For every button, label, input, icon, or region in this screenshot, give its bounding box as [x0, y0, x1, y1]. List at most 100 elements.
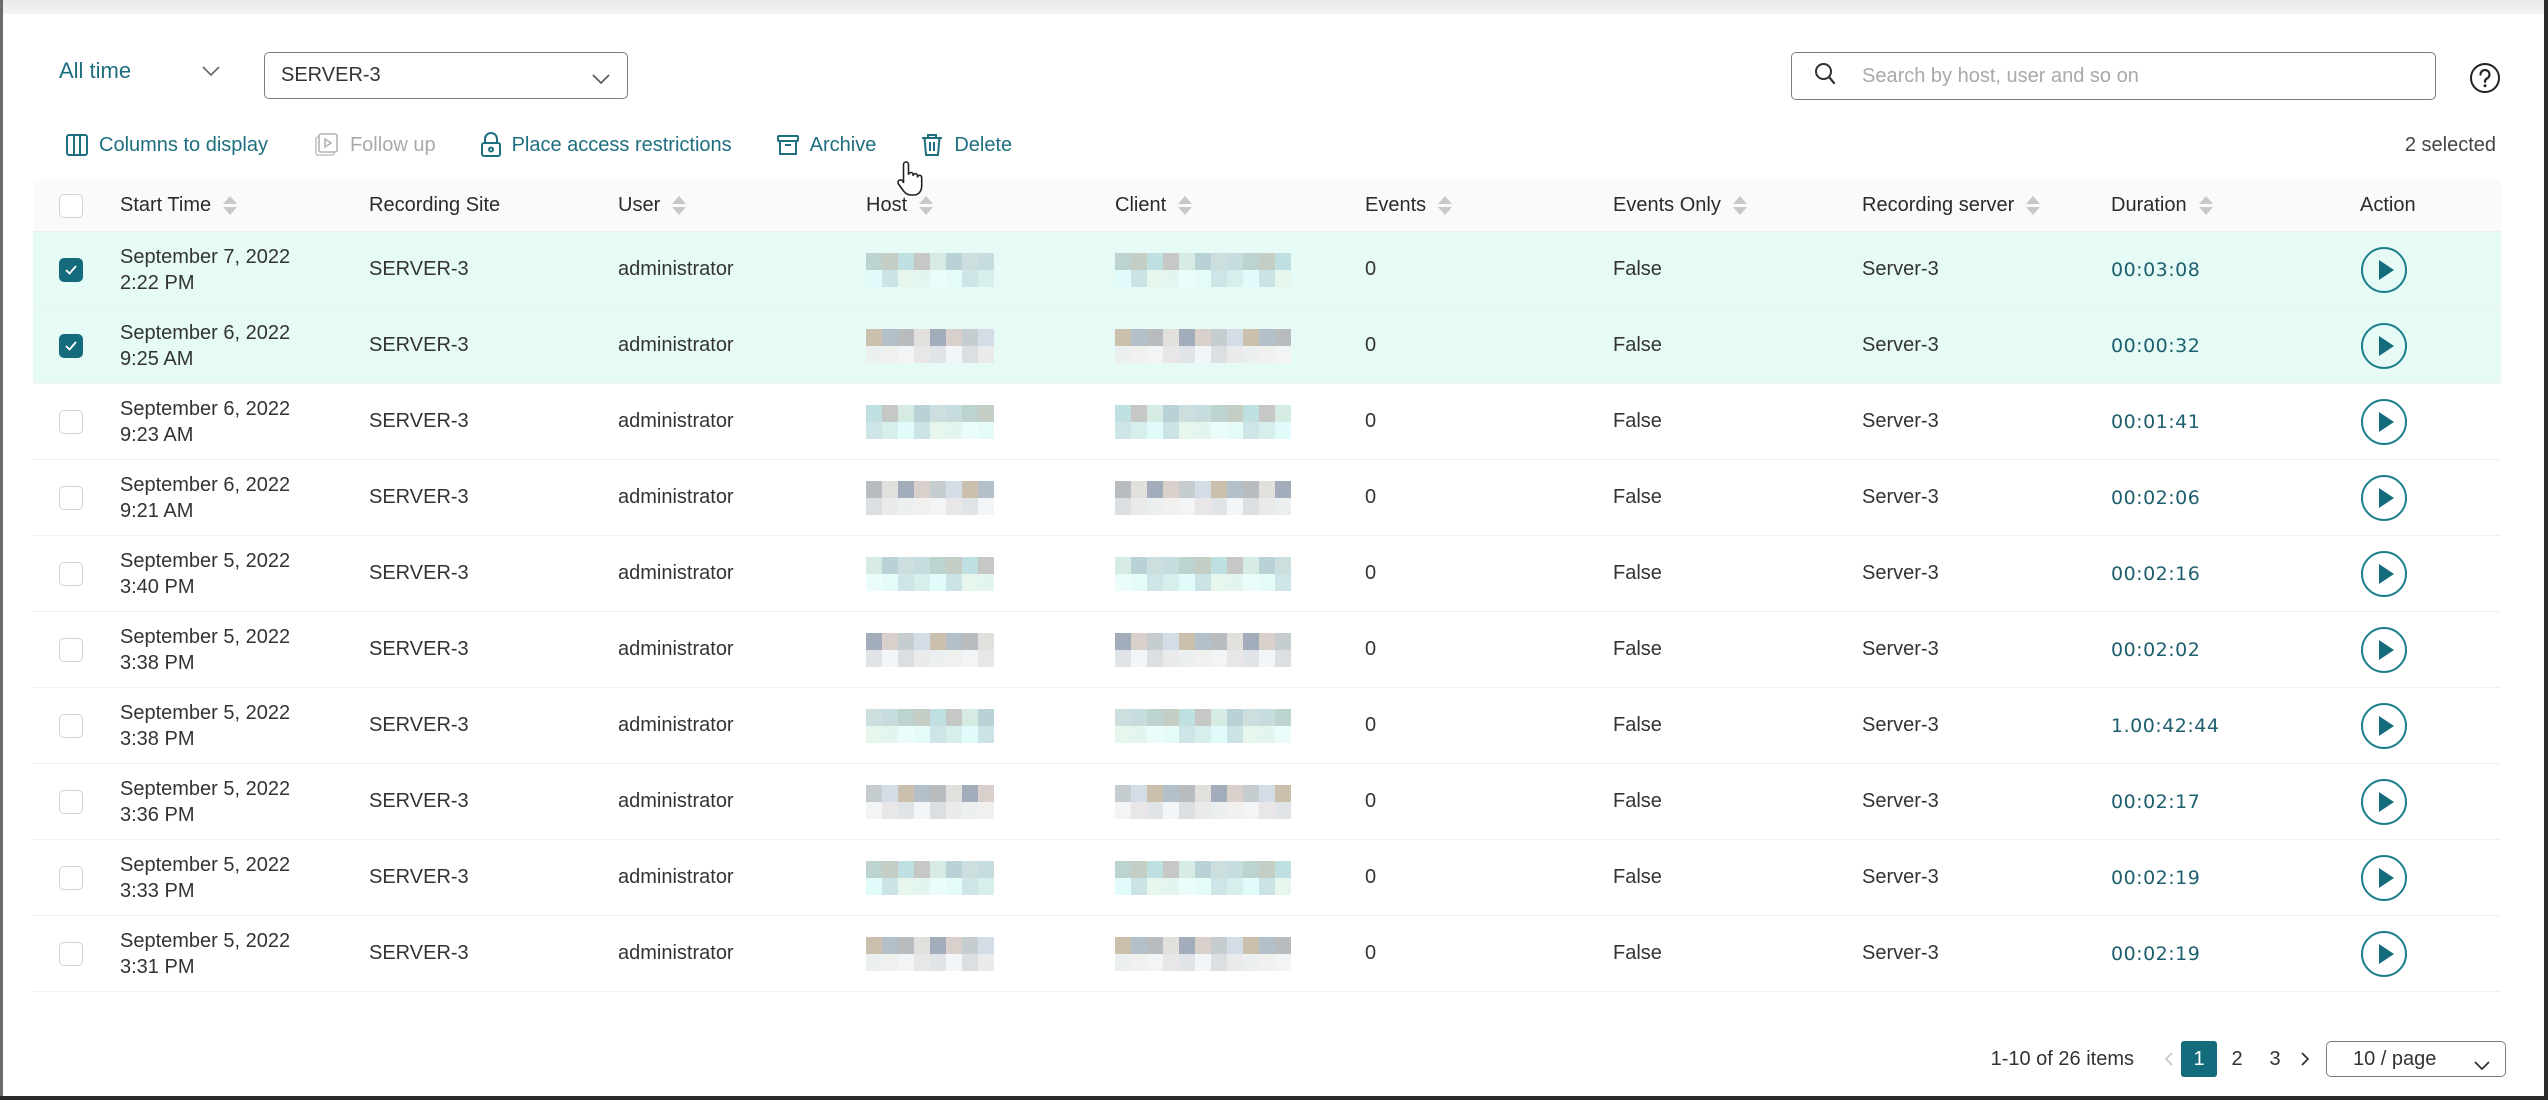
duration: 00:00:32	[2111, 334, 2201, 357]
start-date: September 7, 2022	[120, 245, 291, 268]
recording-site: SERVER-3	[369, 334, 469, 356]
sort-icon[interactable]	[672, 196, 687, 215]
events-only: False	[1613, 486, 1662, 508]
row-checkbox[interactable]	[59, 409, 83, 434]
table-row[interactable]: September 5, 2022 3:38 PM SERVER-3 administ…	[33, 612, 2501, 688]
row-checkbox[interactable]	[59, 941, 83, 966]
recording-site: SERVER-3	[369, 866, 469, 888]
page-size-select[interactable]: 10 / page	[2326, 1041, 2506, 1077]
header-user[interactable]: User	[618, 194, 866, 217]
page-1-button[interactable]: 1	[2181, 1041, 2217, 1077]
start-time: 9:21 AM	[120, 499, 194, 522]
select-all-checkbox[interactable]	[59, 193, 83, 218]
table-row[interactable]: September 6, 2022 9:25 AM SERVER-3 administ…	[33, 308, 2501, 384]
follow-up-button[interactable]: Follow up	[314, 132, 436, 158]
sort-icon[interactable]	[223, 196, 238, 215]
table-body: September 7, 2022 2:22 PM SERVER-3 administ…	[33, 232, 2501, 992]
columns-to-display-button[interactable]: Columns to display	[65, 133, 268, 157]
page-3-button[interactable]: 3	[2257, 1041, 2293, 1077]
header-client[interactable]: Client	[1115, 194, 1365, 217]
delete-button[interactable]: Delete	[920, 132, 1012, 158]
start-time: 3:40 PM	[120, 575, 195, 598]
sort-icon[interactable]	[1732, 196, 1747, 215]
header-recording-server[interactable]: Recording server	[1862, 194, 2111, 217]
start-time: 3:33 PM	[120, 879, 195, 902]
events-only: False	[1613, 942, 1662, 964]
header-start-time[interactable]: Start Time	[120, 194, 369, 217]
header-action: Action	[2360, 194, 2416, 216]
play-button[interactable]	[2360, 626, 2408, 674]
table-row[interactable]: September 5, 2022 3:31 PM SERVER-3 administ…	[33, 916, 2501, 992]
chevron-down-icon	[2473, 1054, 2491, 1077]
site-select[interactable]: SERVER-3	[264, 52, 628, 99]
page-2-button[interactable]: 2	[2219, 1041, 2255, 1077]
header-events-only[interactable]: Events Only	[1613, 194, 1862, 217]
client-redacted	[1115, 860, 1291, 895]
row-checkbox[interactable]	[59, 637, 83, 662]
table-row[interactable]: September 5, 2022 3:33 PM SERVER-3 administ…	[33, 840, 2501, 916]
start-time: 3:38 PM	[120, 727, 195, 750]
events-only: False	[1613, 714, 1662, 736]
events-only: False	[1613, 258, 1662, 280]
recording-server: Server-3	[1862, 714, 1939, 736]
play-button[interactable]	[2360, 854, 2408, 902]
start-date: September 5, 2022	[120, 549, 291, 572]
time-range-dropdown[interactable]: All time	[59, 58, 221, 84]
row-checkbox[interactable]	[59, 333, 83, 358]
place-access-restrictions-button[interactable]: Place access restrictions	[480, 132, 732, 158]
archive-button[interactable]: Archive	[776, 133, 876, 157]
sort-icon[interactable]	[2026, 196, 2041, 215]
play-button[interactable]	[2360, 550, 2408, 598]
play-button[interactable]	[2360, 474, 2408, 522]
search-input[interactable]	[1862, 64, 2422, 88]
recording-server: Server-3	[1862, 866, 1939, 888]
events-only: False	[1613, 790, 1662, 812]
play-button[interactable]	[2360, 322, 2408, 370]
prev-page-button[interactable]	[2158, 1051, 2180, 1067]
recording-server: Server-3	[1862, 790, 1939, 812]
row-checkbox[interactable]	[59, 713, 83, 738]
header-duration[interactable]: Duration	[2111, 194, 2360, 217]
start-date: September 5, 2022	[120, 777, 291, 800]
host-redacted	[866, 404, 994, 439]
duration: 00:02:17	[2111, 790, 2201, 813]
search-icon	[1814, 62, 1836, 91]
help-icon[interactable]	[2469, 62, 2501, 99]
table-row[interactable]: September 7, 2022 2:22 PM SERVER-3 administ…	[33, 232, 2501, 308]
header-host[interactable]: Host	[866, 194, 1115, 217]
start-date: September 6, 2022	[120, 473, 291, 496]
time-range-label: All time	[59, 58, 132, 83]
recording-server: Server-3	[1862, 334, 1939, 356]
table-row[interactable]: September 5, 2022 3:40 PM SERVER-3 administ…	[33, 536, 2501, 612]
sort-icon[interactable]	[2198, 196, 2213, 215]
header-events[interactable]: Events	[1365, 194, 1613, 217]
sort-icon[interactable]	[1178, 196, 1193, 215]
host-redacted	[866, 860, 994, 895]
row-checkbox[interactable]	[59, 257, 83, 282]
row-checkbox[interactable]	[59, 485, 83, 510]
start-date: September 6, 2022	[120, 397, 291, 420]
events: 0	[1365, 562, 1377, 584]
play-button[interactable]	[2360, 778, 2408, 826]
chevron-down-icon	[591, 68, 611, 91]
start-time: 3:36 PM	[120, 803, 195, 826]
row-checkbox[interactable]	[59, 561, 83, 586]
events: 0	[1365, 714, 1377, 736]
table-row[interactable]: September 6, 2022 9:23 AM SERVER-3 administ…	[33, 384, 2501, 460]
play-button[interactable]	[2360, 398, 2408, 446]
site-select-value: SERVER-3	[281, 64, 381, 86]
sort-icon[interactable]	[1438, 196, 1453, 215]
table-row[interactable]: September 6, 2022 9:21 AM SERVER-3 administ…	[33, 460, 2501, 536]
play-button[interactable]	[2360, 930, 2408, 978]
row-checkbox[interactable]	[59, 865, 83, 890]
play-button[interactable]	[2360, 702, 2408, 750]
sort-icon[interactable]	[919, 196, 934, 215]
table-row[interactable]: September 5, 2022 3:38 PM SERVER-3 administ…	[33, 688, 2501, 764]
play-button[interactable]	[2360, 246, 2408, 294]
table-row[interactable]: September 5, 2022 3:36 PM SERVER-3 administ…	[33, 764, 2501, 840]
lock-icon	[480, 132, 501, 157]
table-header: Start Time Recording Site User Host Clie…	[33, 180, 2501, 232]
header-recording-site: Recording Site	[369, 194, 501, 216]
next-page-button[interactable]	[2294, 1051, 2316, 1067]
row-checkbox[interactable]	[59, 789, 83, 814]
